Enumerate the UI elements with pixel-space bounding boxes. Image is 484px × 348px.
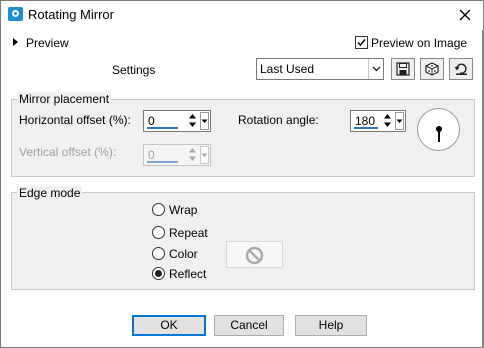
save-preset-button[interactable] [391,58,415,80]
edge-mode-wrap-label: Wrap [169,203,198,217]
no-color-icon [245,246,264,265]
preset-dropdown[interactable]: Last Used [256,58,384,80]
horizontal-offset-underline [147,127,178,129]
horizontal-offset-menu[interactable] [200,112,209,130]
window-title: Rotating Mirror [28,7,114,22]
help-button[interactable]: Help [295,315,367,336]
mirror-placement-title: Mirror placement [17,92,112,106]
chevron-down-icon [201,119,208,123]
edge-mode-wrap-radio[interactable] [152,203,165,216]
rotation-angle-arrows[interactable] [383,112,392,130]
randomize-button[interactable] [420,58,444,80]
expand-triangle-icon [13,38,18,46]
title-bar: Rotating Mirror [1,1,483,30]
horizontal-offset-spinner[interactable]: 0 [143,110,211,132]
checkmark-icon [357,39,366,47]
spin-arrows-icon [189,148,196,161]
rotation-angle-value: 180 [355,114,376,128]
vertical-offset-arrows[interactable] [188,146,197,164]
edge-color-swatch[interactable] [226,241,283,268]
horizontal-offset-arrows[interactable] [188,112,197,130]
rotation-angle-label: Rotation angle: [238,113,319,127]
ok-button[interactable]: OK [132,315,206,336]
reset-button[interactable] [449,58,473,80]
spin-arrows-icon [384,114,391,127]
edge-mode-reflect-label: Reflect [169,267,207,281]
preview-on-image-checkbox[interactable] [355,36,368,49]
save-preset-icon [396,62,410,76]
vertical-offset-underline [147,161,178,163]
rotation-angle-dial[interactable] [417,108,460,151]
horizontal-offset-value: 0 [148,114,155,128]
horizontal-offset-label: Horizontal offset (%): [19,113,131,127]
edge-mode-repeat-label: Repeat [169,226,208,240]
rotation-angle-spinner[interactable]: 180 [350,110,406,132]
edge-mode-repeat-radio[interactable] [152,226,165,239]
dropdown-arrow[interactable] [368,59,383,79]
rotating-mirror-dialog: Rotating Mirror Preview Preview on Image… [0,0,484,348]
preview-label: Preview [26,36,69,50]
settings-label: Settings [112,63,156,77]
preview-on-image-label: Preview on Image [371,36,468,50]
preset-value: Last Used [260,62,315,76]
cancel-button[interactable]: Cancel [214,315,284,336]
randomize-icon [425,62,439,76]
edge-mode-color-label: Color [169,247,198,261]
edge-mode-color-radio[interactable] [152,247,165,260]
close-button[interactable] [454,5,476,25]
rotation-angle-menu[interactable] [395,112,404,130]
rotation-angle-underline [354,127,378,129]
edge-mode-title: Edge mode [17,186,83,200]
spin-arrows-icon [189,114,196,127]
camera-icon [8,7,23,21]
edge-mode-reflect-radio[interactable] [152,267,165,280]
chevron-down-icon [396,119,403,123]
angle-needle-icon [436,126,442,142]
chevron-down-icon [372,66,381,72]
vertical-offset-menu[interactable] [200,146,209,164]
vertical-offset-label: Vertical offset (%): [19,145,117,159]
chevron-down-icon [201,153,208,157]
vertical-offset-spinner[interactable]: 0 [143,144,211,166]
reset-icon [454,63,467,75]
vertical-offset-value: 0 [148,148,155,162]
close-icon [459,9,471,21]
